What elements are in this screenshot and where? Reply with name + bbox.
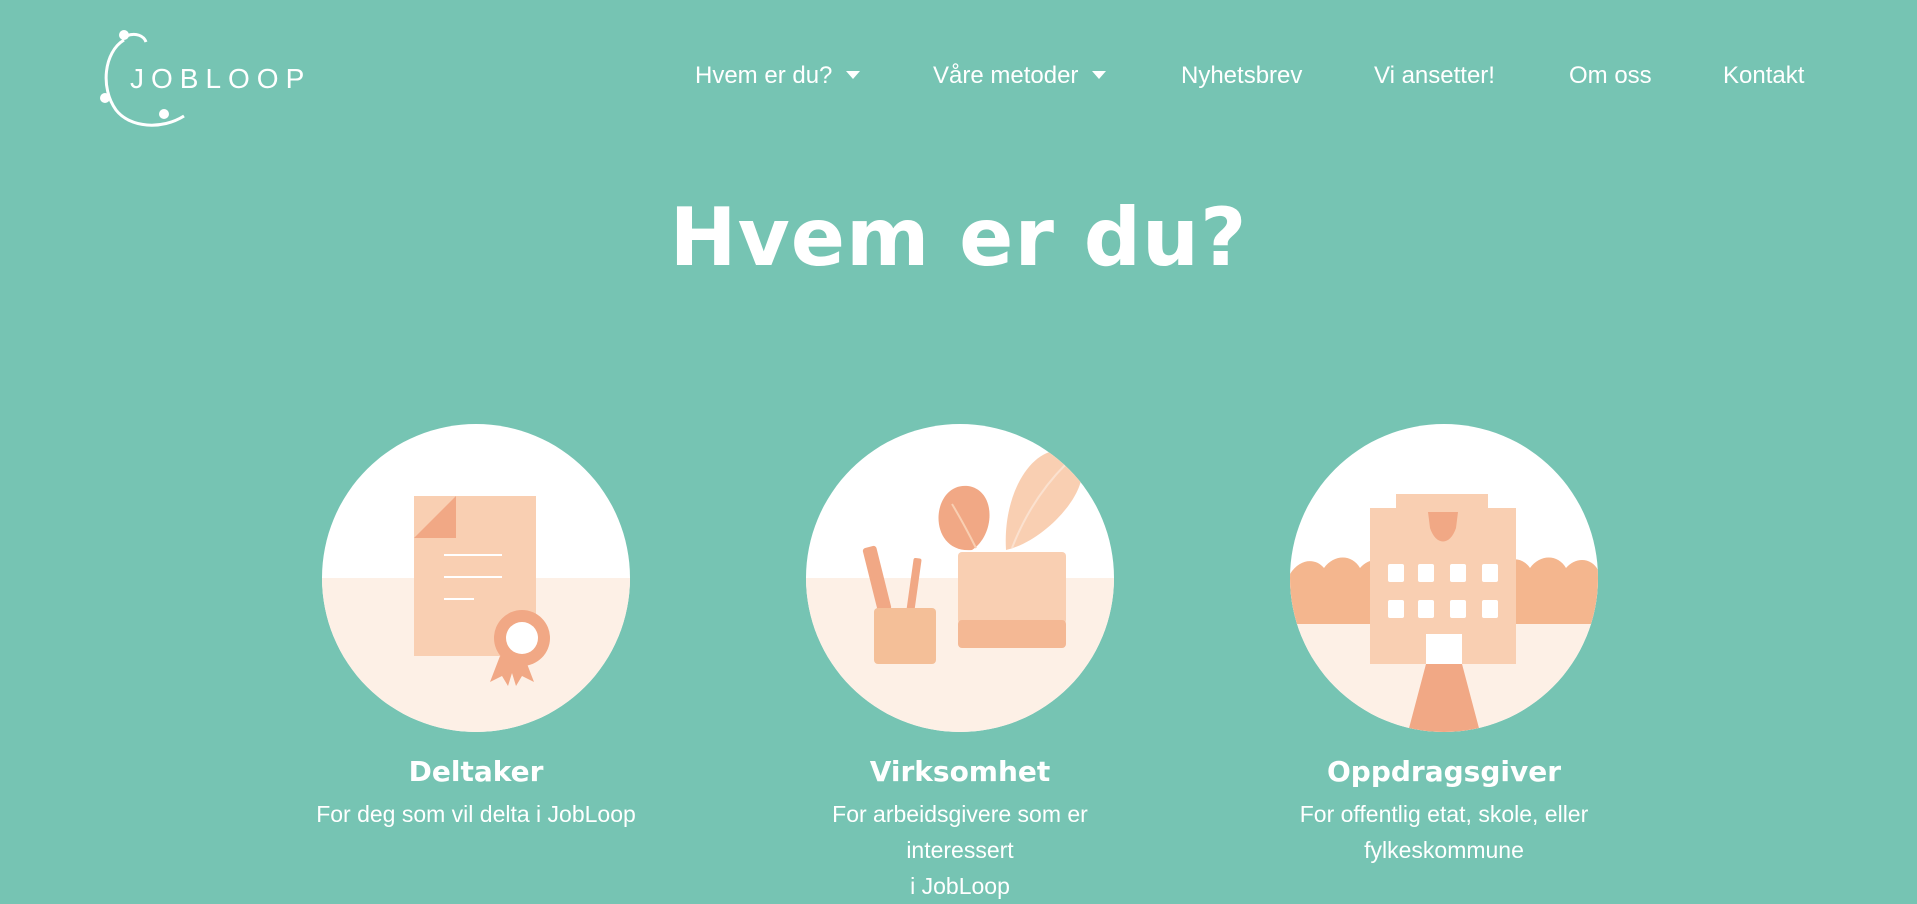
nav-item-hvem-er-du[interactable]: Hvem er du? (695, 62, 861, 90)
card-description-line: i JobLoop (910, 873, 1010, 899)
card-title: Virksomhet (869, 755, 1051, 788)
card-description: For offentlig etat, skole, eller fylkesk… (1274, 796, 1614, 868)
nav-item-nyhetsbrev[interactable]: Nyhetsbrev (1181, 62, 1302, 90)
card-description: For arbeidsgivere som er interessert i J… (790, 796, 1130, 904)
nav-item-om-oss[interactable]: Om oss (1569, 62, 1652, 90)
card-title: Deltaker (408, 755, 544, 788)
nav-item-kontakt[interactable]: Kontakt (1723, 62, 1804, 90)
card-oppdragsgiver[interactable]: Oppdragsgiver For offentlig etat, skole,… (1274, 424, 1614, 868)
card-virksomhet[interactable]: Virksomhet For arbeidsgivere som er inte… (790, 424, 1130, 904)
card-image (1290, 424, 1598, 732)
nav-item-label: Våre metoder (933, 62, 1079, 89)
card-description-line: fylkeskommune (1364, 837, 1524, 863)
card-image (322, 424, 630, 732)
page-title: Hvem er du? (669, 191, 1248, 284)
main-nav: Hvem er du? Våre metoder Nyhetsbrev Vi a… (0, 62, 1917, 96)
card-title: Oppdragsgiver (1326, 755, 1562, 788)
caret-down-icon (846, 70, 861, 79)
card-description: For deg som vil delta i JobLoop (306, 796, 646, 832)
card-description-line: For offentlig etat, skole, eller (1299, 801, 1589, 827)
card-description-line: For arbeidsgivere som er interessert (832, 801, 1088, 863)
nav-item-vi-ansetter[interactable]: Vi ansetter! (1374, 62, 1495, 90)
card-description-line: For deg som vil delta i JobLoop (316, 801, 636, 827)
certificate-icon (322, 496, 630, 732)
card-deltaker[interactable]: Deltaker For deg som vil delta i JobLoop (306, 424, 646, 832)
office-plant-icon (806, 450, 1114, 732)
building-icon (1290, 494, 1598, 732)
nav-item-vare-metoder[interactable]: Våre metoder (933, 62, 1107, 90)
nav-item-label: Hvem er du? (695, 62, 833, 89)
card-image (806, 424, 1114, 732)
caret-down-icon (1092, 70, 1107, 79)
